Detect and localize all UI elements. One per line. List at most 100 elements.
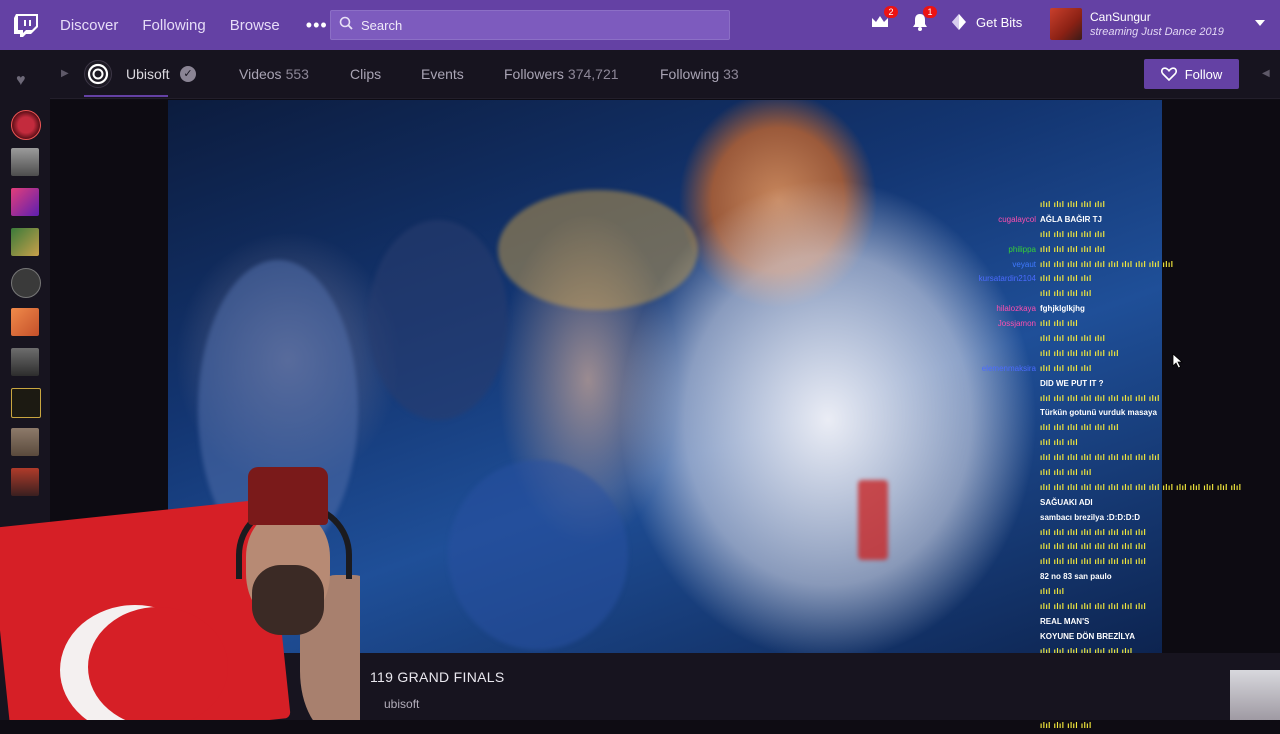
chat-message: ılıl ılıl — [950, 585, 1220, 600]
fez-hat — [248, 467, 328, 525]
chat-emotes: ılıl ılıl ılıl ılıl ılıl — [1040, 244, 1106, 254]
prime-crown-icon[interactable]: 2 — [870, 6, 898, 37]
chat-message: 82 no 83 san paulo — [950, 570, 1220, 585]
ubisoft-logo-icon[interactable] — [84, 60, 112, 88]
bits-gem-icon — [952, 14, 966, 30]
channel-avatar[interactable] — [11, 268, 41, 298]
chevron-down-icon[interactable] — [1255, 20, 1265, 26]
verified-check-icon: ✓ — [180, 66, 196, 82]
chat-message: sambacı brezilya :D:D:D:D — [950, 511, 1220, 526]
chat-emotes: ılıl ılıl ılıl ılıl ılıl ılıl ılıl ılıl — [1040, 557, 1147, 567]
chat-emotes: ılıl ılıl ılıl ılıl — [1040, 721, 1092, 731]
flag-crescent-cut — [88, 607, 228, 720]
user-menu[interactable]: CanSungur streaming Just Dance 2019 — [1050, 8, 1224, 40]
video-crowd-shape — [368, 220, 508, 420]
channel-avatar[interactable] — [11, 148, 39, 176]
channel-header: ▶ Ubisoft ✓ Videos 553 Clips Events Follo… — [50, 50, 1280, 99]
chat-message: cugalaycol AĞLA BAĞIR TJ — [950, 213, 1220, 228]
nav-following[interactable]: Following — [142, 17, 205, 34]
chat-emotes: ılıl ılıl ılıl ılıl ılıl ılıl — [1040, 348, 1119, 358]
video-shirt-cross — [858, 480, 888, 560]
chat-text: 82 no 83 san paulo — [1040, 572, 1112, 582]
chat-message: ılıl ılıl ılıl ılıl ılıl ılıl ılıl ılıl … — [950, 392, 1220, 407]
heart-icon[interactable]: ♥ — [16, 72, 26, 90]
chevron-right-icon[interactable]: ▶ — [61, 68, 69, 79]
chat-emotes: ılıl ılıl ılıl ılıl — [1040, 289, 1092, 299]
chat-emotes: ılıl ılıl ılıl ılıl — [1040, 468, 1092, 478]
search-input[interactable]: Search — [330, 10, 730, 40]
chat-message: ılıl ılıl ılıl ılıl — [950, 719, 1220, 734]
notifications-bell-icon[interactable]: 1 — [911, 6, 937, 37]
chat-username: kursatardin2104 — [978, 274, 1036, 284]
nav-browse[interactable]: Browse — [230, 17, 280, 34]
channel-avatar[interactable] — [11, 388, 41, 418]
prime-badge: 2 — [884, 6, 898, 18]
chat-message: hilalozkaya fghjklglkjhg — [950, 302, 1220, 317]
chevron-left-icon[interactable]: ◀ — [1262, 68, 1270, 79]
stream-title: 119 GRAND FINALS — [370, 669, 505, 685]
chat-emotes: ılıl ılıl ılıl ılıl ılıl ılıl ılıl ılıl … — [1040, 453, 1160, 463]
twitch-logo-icon[interactable] — [13, 12, 39, 38]
chat-message: REAL MAN'S — [950, 615, 1220, 630]
chat-username: elemenmaksira — [981, 363, 1036, 373]
chat-message: kursatardin2104 ılıl ılıl ılıl ılıl — [950, 272, 1220, 287]
chat-emotes: ılıl ılıl ılıl ılıl ılıl ılıl ılıl ılıl — [1040, 527, 1147, 537]
chat-text: sambacı brezilya :D:D:D:D — [1040, 512, 1141, 522]
chat-message: SAĞUAKI ADI — [950, 496, 1220, 511]
chat-message: KOYUNE DÖN BREZİLYA — [950, 630, 1220, 645]
chat-emotes: ılıl ılıl ılıl — [1040, 319, 1079, 329]
chat-message: veyaut ılıl ılıl ılıl ılıl ılıl ılıl ılıl… — [950, 258, 1220, 273]
chat-message: DID WE PUT IT ? — [950, 377, 1220, 392]
chat-username: Jossjamon — [997, 319, 1036, 329]
channel-avatar[interactable] — [11, 228, 39, 256]
channel-avatar[interactable] — [11, 308, 39, 336]
channel-avatar[interactable] — [11, 188, 39, 216]
chat-message: ılıl ılıl ılıl ılıl ılıl — [950, 228, 1220, 243]
chat-emotes: ılıl ılıl ılıl ılıl — [1040, 274, 1092, 284]
mouse-cursor-icon — [1172, 353, 1184, 369]
chat-text: KOYUNE DÖN BREZİLYA — [1040, 631, 1135, 641]
chat-message: ılıl ılıl ılıl — [950, 436, 1220, 451]
video-confetti-shape — [498, 190, 698, 310]
chat-emotes: ılıl ılıl ılıl ılıl ılıl — [1040, 200, 1106, 209]
chat-message: ılıl ılıl ılıl ılıl ılıl ılıl ılıl ılıl … — [950, 451, 1220, 466]
follow-label: Follow — [1184, 66, 1223, 82]
stream-channel-link[interactable]: ubisoft — [384, 697, 419, 711]
channel-avatar[interactable] — [11, 110, 41, 140]
chat-text: DID WE PUT IT ? — [1040, 378, 1104, 388]
channel-avatar[interactable] — [11, 428, 39, 456]
tab-following[interactable]: Following 33 — [660, 66, 739, 82]
chat-emotes: ılıl ılıl ılıl ılıl ılıl ılıl ılıl ılıl — [1040, 542, 1147, 552]
user-status: streaming Just Dance 2019 — [1090, 26, 1224, 38]
get-bits-label: Get Bits — [976, 14, 1023, 30]
tab-clips[interactable]: Clips — [350, 66, 381, 82]
chat-emotes: ılıl ılıl ılıl ılıl ılıl — [1040, 229, 1106, 239]
chat-message: philippa ılıl ılıl ılıl ılıl ılıl — [950, 243, 1220, 258]
chat-username: hilalozkaya — [996, 304, 1036, 314]
user-name: CanSungur — [1090, 10, 1151, 24]
chat-message: ılıl ılıl ılıl ılıl ılıl ılıl ılıl ılıl — [950, 600, 1220, 615]
tab-videos[interactable]: Videos 553 — [239, 66, 309, 82]
chat-message: ılıl ılıl ılıl ılıl ılıl ılıl ılıl ılıl … — [950, 481, 1241, 496]
follow-button[interactable]: Follow — [1144, 59, 1239, 89]
chat-message: Türkün gotunü vurduk masaya — [950, 406, 1220, 421]
chat-message: ılıl ılıl ılıl ılıl ılıl — [950, 198, 1220, 213]
chat-message: ılıl ılıl ılıl ılıl ılıl ılıl — [950, 421, 1220, 436]
chat-emotes: ılıl ılıl ılıl ılıl ılıl ılıl ılıl ılıl … — [1040, 482, 1242, 492]
chat-message: ılıl ılıl ılıl ılıl — [950, 466, 1220, 481]
search-icon — [339, 16, 353, 35]
active-tab-indicator — [84, 95, 168, 97]
tab-events[interactable]: Events — [421, 66, 464, 82]
get-bits-button[interactable]: Get Bits — [952, 14, 1022, 30]
notifications-badge: 1 — [923, 6, 937, 18]
tab-followers[interactable]: Followers 374,721 — [504, 66, 619, 82]
chat-emotes: ılıl ılıl ılıl ılıl ılıl ılıl ılıl ılıl … — [1040, 259, 1174, 269]
more-menu-icon[interactable]: ••• — [306, 15, 328, 36]
channel-name[interactable]: Ubisoft — [126, 66, 170, 82]
chat-emotes: ılıl ılıl ılıl — [1040, 438, 1079, 448]
chat-message: ılıl ılıl ılıl ılıl ılıl ılıl ılıl ılıl — [950, 526, 1220, 541]
chat-text: fghjklglkjhg — [1040, 304, 1085, 314]
chat-emotes: ılıl ılıl ılıl ılıl ılıl ılıl ılıl ılıl … — [1040, 393, 1160, 403]
channel-avatar[interactable] — [11, 348, 39, 376]
nav-discover[interactable]: Discover — [60, 17, 118, 34]
